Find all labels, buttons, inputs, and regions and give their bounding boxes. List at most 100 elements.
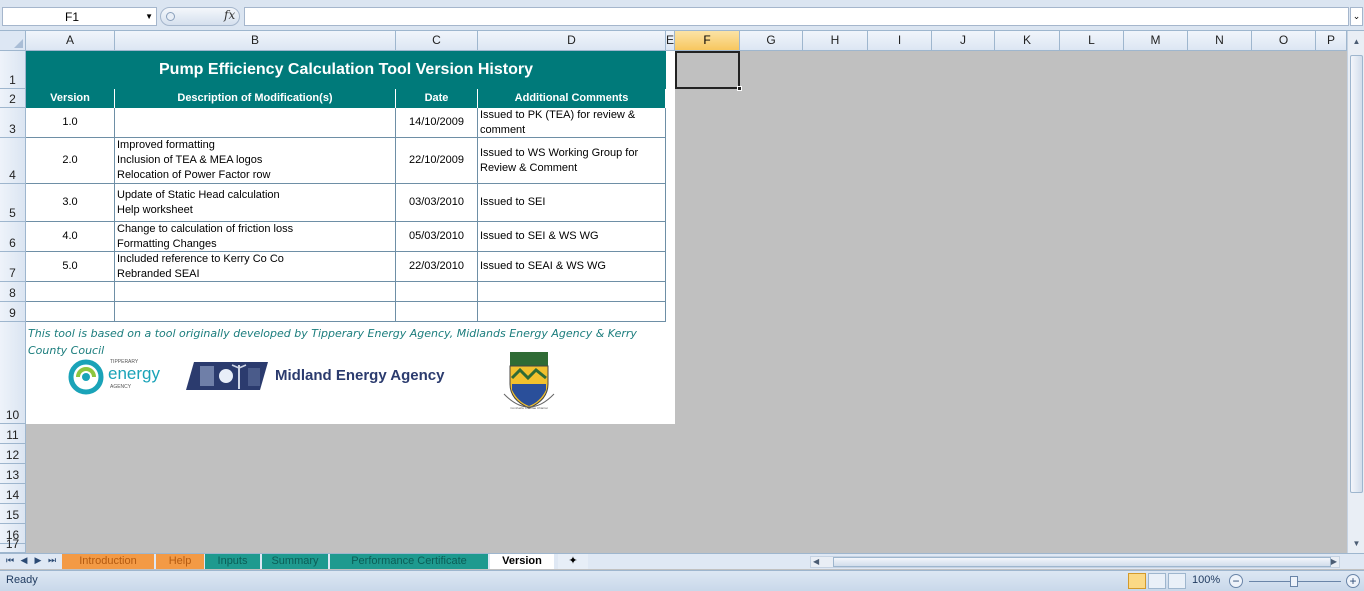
fill-handle[interactable]	[737, 86, 742, 91]
description-cell[interactable]: Change to calculation of friction loss Fo…	[115, 222, 396, 252]
date-cell[interactable]: 22/03/2010	[396, 252, 478, 282]
column-header-h[interactable]: H	[803, 31, 868, 50]
row-header-17[interactable]: 17	[0, 537, 26, 553]
version-cell[interactable]: 1.0	[26, 108, 115, 138]
column-header-i[interactable]: I	[868, 31, 932, 50]
scroll-right-icon[interactable]: ▶	[1331, 557, 1337, 566]
version-cell[interactable]: 4.0	[26, 222, 115, 252]
sheet-tab-summary[interactable]: Summary	[262, 554, 328, 569]
comments-cell[interactable]: Issued to WS Working Group for Review & C…	[478, 138, 666, 184]
column-header-m[interactable]: M	[1124, 31, 1188, 50]
row-header-12[interactable]: 12	[0, 444, 26, 464]
date-cell[interactable]: 05/03/2010	[396, 222, 478, 252]
sheet-tab-performance-certificate[interactable]: Performance Certificate	[330, 554, 488, 569]
sheet-tab-help[interactable]: Help	[156, 554, 204, 569]
row-header-3[interactable]: 3	[0, 108, 26, 138]
formula-input[interactable]	[244, 7, 1349, 26]
row-header-8[interactable]: 8	[0, 282, 26, 302]
zoom-in-icon[interactable]: +	[1346, 574, 1360, 588]
description-cell[interactable]: Included reference to Kerry Co Co Rebrand…	[115, 252, 396, 282]
sheet-title[interactable]: Pump Efficiency Calculation Tool Version…	[26, 51, 666, 89]
credit-note[interactable]: This tool is based on a tool originally …	[28, 325, 668, 359]
row-header-15[interactable]: 15	[0, 504, 26, 524]
table-header-4[interactable]: Additional Comments	[478, 89, 666, 108]
zoom-level[interactable]: 100%	[1192, 574, 1220, 586]
chevron-down-icon[interactable]: ▼	[145, 12, 153, 21]
empty-cell[interactable]	[115, 282, 396, 302]
row-header-9[interactable]: 9	[0, 302, 26, 322]
date-cell[interactable]: 22/10/2009	[396, 138, 478, 184]
description-cell[interactable]: Update of Static Head calculation Help wo…	[115, 184, 396, 222]
select-all-button[interactable]	[0, 31, 26, 50]
row-header-13[interactable]: 13	[0, 464, 26, 484]
column-header-k[interactable]: K	[995, 31, 1060, 50]
row-header-7[interactable]: 7	[0, 252, 26, 282]
sheet-tab-inputs[interactable]: Inputs	[205, 554, 260, 569]
column-header-l[interactable]: L	[1060, 31, 1124, 50]
comments-cell[interactable]: Issued to PK (TEA) for review & comment	[478, 108, 666, 138]
comments-cell[interactable]: Issued to SEI	[478, 184, 666, 222]
description-cell[interactable]	[115, 108, 396, 138]
scroll-down-icon[interactable]: ▼	[1350, 537, 1363, 550]
empty-cell[interactable]	[478, 282, 666, 302]
row-header-14[interactable]: 14	[0, 484, 26, 504]
comments-cell[interactable]: Issued to SEAI & WS WG	[478, 252, 666, 282]
comments-cell[interactable]: Issued to SEI & WS WG	[478, 222, 666, 252]
vertical-scroll-thumb[interactable]	[1350, 55, 1363, 493]
empty-cell[interactable]	[396, 302, 478, 322]
version-cell[interactable]: 3.0	[26, 184, 115, 222]
date-cell[interactable]: 14/10/2009	[396, 108, 478, 138]
row-header-4[interactable]: 4	[0, 138, 26, 184]
column-header-g[interactable]: G	[740, 31, 803, 50]
version-cell[interactable]: 2.0	[26, 138, 115, 184]
description-cell[interactable]: Improved formatting Inclusion of TEA & ME…	[115, 138, 396, 184]
prev-sheet-icon[interactable]: ◀	[18, 555, 30, 566]
row-header-10[interactable]: 10	[0, 322, 26, 424]
vertical-scrollbar[interactable]: ▲ ▼	[1347, 31, 1364, 553]
page-break-preview-icon[interactable]	[1168, 573, 1186, 589]
sheet-tab-version[interactable]: Version	[490, 554, 554, 569]
expand-formula-bar-icon[interactable]: ⌄	[1350, 7, 1363, 26]
column-header-d[interactable]: D	[478, 31, 666, 50]
row-header-2[interactable]: 2	[0, 89, 26, 108]
active-cell-f1[interactable]	[675, 51, 742, 91]
column-header-p[interactable]: P	[1316, 31, 1347, 50]
zoom-out-icon[interactable]: −	[1229, 574, 1243, 588]
zoom-slider-thumb[interactable]	[1290, 576, 1298, 587]
insert-sheet-icon[interactable]: ✦	[558, 554, 588, 569]
row-header-11[interactable]: 11	[0, 424, 26, 444]
horizontal-scrollbar[interactable]: ◀ ▶	[810, 556, 1340, 568]
page-layout-view-icon[interactable]	[1148, 573, 1166, 589]
empty-cell[interactable]	[26, 282, 115, 302]
column-header-e[interactable]: E	[666, 31, 675, 50]
column-header-b[interactable]: B	[115, 31, 396, 50]
empty-cell[interactable]	[26, 302, 115, 322]
column-header-o[interactable]: O	[1252, 31, 1316, 50]
table-header-1[interactable]: Version	[26, 89, 115, 108]
column-header-c[interactable]: C	[396, 31, 478, 50]
date-cell[interactable]: 03/03/2010	[396, 184, 478, 222]
normal-view-icon[interactable]	[1128, 573, 1146, 589]
column-header-f[interactable]: F	[675, 31, 740, 50]
empty-cell[interactable]	[115, 302, 396, 322]
scroll-left-icon[interactable]: ◀	[813, 557, 819, 566]
insert-function-button[interactable]: fx	[224, 8, 235, 22]
row-header-1[interactable]: 1	[0, 51, 26, 89]
column-header-a[interactable]: A	[26, 31, 115, 50]
empty-cell[interactable]	[396, 282, 478, 302]
row-header-5[interactable]: 5	[0, 184, 26, 222]
table-header-2[interactable]: Description of Modification(s)	[115, 89, 396, 108]
last-sheet-icon[interactable]: ⏭	[46, 555, 58, 566]
column-header-n[interactable]: N	[1188, 31, 1252, 50]
horizontal-scroll-thumb[interactable]	[833, 557, 1331, 567]
table-header-3[interactable]: Date	[396, 89, 478, 108]
insert-function-dot-icon[interactable]	[166, 12, 175, 21]
row-header-6[interactable]: 6	[0, 222, 26, 252]
version-cell[interactable]: 5.0	[26, 252, 115, 282]
scroll-up-icon[interactable]: ▲	[1350, 35, 1363, 48]
sheet-tab-introduction[interactable]: Introduction	[62, 554, 154, 569]
next-sheet-icon[interactable]: ▶	[32, 555, 44, 566]
first-sheet-icon[interactable]: ⏮	[4, 555, 16, 566]
empty-cell[interactable]	[478, 302, 666, 322]
name-box[interactable]: F1 ▼	[2, 7, 157, 26]
